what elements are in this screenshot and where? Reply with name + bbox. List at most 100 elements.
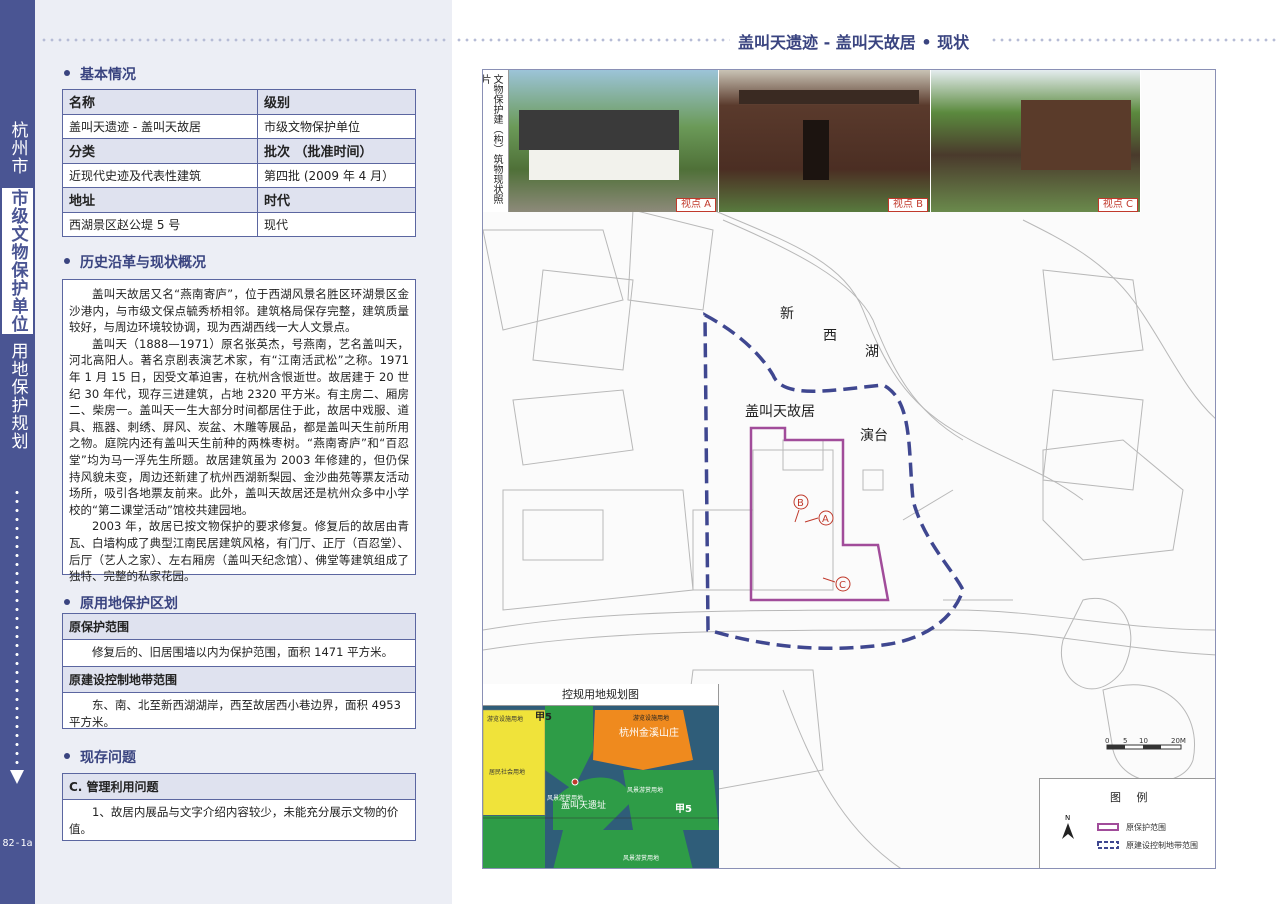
history-paragraph: 2003 年，故居已按文物保护的要求修复。修复后的故居由青瓦、白墙构成了典型江南… [69, 519, 409, 584]
strip-plan-label: 用地保护规划 [7, 342, 28, 450]
problems-heading-text: 现存问题 [80, 750, 136, 766]
strip-city-label: 杭州市 [7, 121, 28, 175]
basic-info-heading-text: 基本情况 [80, 67, 136, 83]
info-table-cell: 时代 [257, 187, 416, 213]
legend-control-swatch [1097, 841, 1119, 849]
info-table-cell: 第四批 (2009 年 4 月） [257, 162, 416, 188]
strip-dotted-line [15, 488, 19, 766]
inset-label-resort: 游览设施用地 [633, 714, 669, 722]
info-table-cell: 现代 [257, 211, 416, 237]
history-paragraph: 盖叫天（1888—1971）原名张英杰，号燕南，艺名盖叫天，河北高阳人。著名京剧… [69, 336, 409, 517]
bullet-icon [64, 753, 70, 759]
scale-tick-5: 5 [1123, 737, 1127, 745]
page-number: 82-1a [2, 838, 33, 849]
lake-label-1: 新 [780, 306, 794, 322]
inset-label-green-3: 风景游赏用地 [623, 854, 659, 862]
arrow-down-icon [10, 770, 24, 784]
history-paragraph: 盖叫天故居又名“燕南寄庐”，位于西湖风景名胜区环湖景区金沙港内，与市级文保点毓秀… [69, 287, 409, 335]
control-zone-text: 东、南、北至新西湖湖岸，西至故居西小巷边界，面积 4953 平方米。 [69, 698, 401, 729]
bullet-icon [64, 599, 70, 605]
photo-viewpoint-a: 视点 A [509, 70, 719, 212]
problems-heading: 现存问题 [64, 747, 136, 767]
land-heading-text: 原用地保护区划 [80, 596, 178, 612]
info-table-row: 分类 批次 （批准时间） [62, 138, 416, 164]
photo-viewpoint-b: 视点 B [719, 70, 931, 212]
photo-a-roof [519, 110, 679, 150]
photo-c-tag: 视点 C [1097, 198, 1138, 212]
legend-protection-swatch [1097, 823, 1119, 831]
land-heading: 原用地保护区划 [64, 593, 178, 613]
viewpoint-b-arrow [794, 509, 800, 523]
info-table-cell: 名称 [62, 89, 258, 115]
info-table-cell: 级别 [257, 89, 416, 115]
viewpoint-a-letter: A [822, 514, 829, 525]
info-table-row: 近现代史迹及代表性建筑 第四批 (2009 年 4 月） [62, 162, 416, 188]
info-table-cell: 批次 （批准时间） [257, 138, 416, 164]
basic-info-heading: 基本情况 [64, 64, 136, 84]
original-protection-title: 原保护范围 [63, 614, 415, 640]
top-dotted-line-left [40, 38, 450, 42]
photo-a-wall [529, 150, 679, 180]
top-dotted-line-mid [455, 38, 730, 42]
inset-label-green-2: 风景游赏用地 [627, 786, 663, 794]
photo-strip-label: 文物保护建（构）筑物现状照片 [483, 70, 509, 212]
map-labels: 新 西 湖 盖叫天故居 演台 [745, 306, 888, 444]
north-letter: N [1065, 814, 1070, 822]
inset-map-title: 控规用地规划图 [483, 684, 719, 706]
info-table-cell: 分类 [62, 138, 258, 164]
strip-unit-label: 市级文物保护单位 [0, 186, 35, 336]
info-table-row: 西湖景区赵公堤 5 号现代 [62, 211, 416, 237]
control-zone-boundary [703, 312, 965, 651]
original-protection-box: 原保护范围 修复后的、旧居围墙以内为保护范围，面积 1471 平方米。 [62, 613, 416, 667]
photo-c-building [1021, 100, 1131, 170]
info-table-row: 盖叫天遗迹 - 盖叫天故居 市级文物保护单位 [62, 113, 416, 139]
side-strip: 杭州市 市级文物保护单位 用地保护规划 82-1a [0, 0, 35, 904]
viewpoint-a-arrow [804, 517, 819, 523]
info-table-cell: 西湖景区赵公堤 5 号 [62, 211, 258, 237]
residence-label: 盖叫天故居 [745, 404, 815, 420]
protection-boundary [749, 426, 890, 602]
scale-tick-10: 10 [1139, 737, 1148, 745]
legend-protection-label: 原保护范围 [1126, 823, 1166, 832]
inset-site-label: 盖叫天遗址 [561, 799, 606, 811]
scale-bar: 0 5 10 20M [1105, 737, 1186, 750]
viewpoint-c-letter: C [839, 580, 846, 591]
problems-text: 1、故居内展品与文字介绍内容较少，未能充分展示文物的价值。 [69, 805, 399, 836]
inset-label-yellow-mid: 居民社会用地 [489, 768, 525, 776]
site-map: A B C 新 西 湖 盖叫天故居 演台 游览设施用地 居民社会用地 甲5 游览… [482, 69, 1216, 869]
inset-jia5-bottom: 甲5 [675, 803, 692, 815]
info-table-cell: 近现代史迹及代表性建筑 [62, 162, 258, 188]
photo-viewpoint-c: 视点 C [931, 70, 1141, 212]
bullet-icon [64, 70, 70, 76]
history-box: 盖叫天故居又名“燕南寄庐”，位于西湖风景名胜区环湖景区金沙港内，与市级文保点毓秀… [62, 279, 416, 583]
scale-tick-20: 20M [1171, 737, 1186, 745]
basic-info-table: 名称 级别 盖叫天遗迹 - 盖叫天故居 市级文物保护单位 分类 批次 （批准时间） 近现代史… [62, 89, 416, 237]
info-table-row: 地址 时代 [62, 187, 416, 213]
top-dotted-line-right [990, 38, 1278, 42]
problems-box: C. 管理利用问题 1、故居内展品与文字介绍内容较少，未能充分展示文物的价值。 [62, 773, 416, 841]
north-arrow-icon [1062, 823, 1074, 839]
history-heading-text: 历史沿革与现状概况 [80, 255, 206, 271]
legend-control-label: 原建设控制地带范围 [1126, 841, 1198, 850]
inset-map: 游览设施用地 居民社会用地 甲5 游览设施用地 杭州金溪山庄 风景游赏用地 风景… [483, 706, 719, 868]
viewpoint-markers: A B C [793, 494, 851, 592]
lake-label-2: 西 [823, 328, 837, 344]
map-legend: 图 例 N 原保护范围 原建设控制地带范围 [1039, 778, 1215, 868]
inset-jia5-top: 甲5 [535, 711, 552, 723]
photo-b-tag: 视点 B [887, 198, 928, 212]
info-table-cell: 盖叫天遗迹 - 盖叫天故居 [62, 113, 258, 139]
history-heading: 历史沿革与现状概况 [64, 252, 206, 272]
bullet-icon [64, 258, 70, 264]
control-zone-box: 原建设控制地带范围 东、南、北至新西湖湖岸，西至故居西小巷边界，面积 4953 … [62, 667, 416, 729]
photo-a-tag: 视点 A [675, 198, 716, 212]
lake-label-3: 湖 [865, 344, 879, 360]
photo-b-eaves [739, 90, 919, 104]
stage-label: 演台 [860, 428, 888, 444]
viewpoint-b-letter: B [797, 498, 804, 509]
inset-label-yellow-top: 游览设施用地 [487, 715, 523, 723]
info-table-row: 名称 级别 [62, 89, 416, 115]
scale-tick-0: 0 [1105, 737, 1109, 745]
info-table-cell: 市级文物保护单位 [257, 113, 416, 139]
control-zone-title: 原建设控制地带范围 [63, 667, 415, 693]
original-protection-text: 修复后的、旧居围墙以内为保护范围，面积 1471 平方米。 [92, 645, 394, 659]
